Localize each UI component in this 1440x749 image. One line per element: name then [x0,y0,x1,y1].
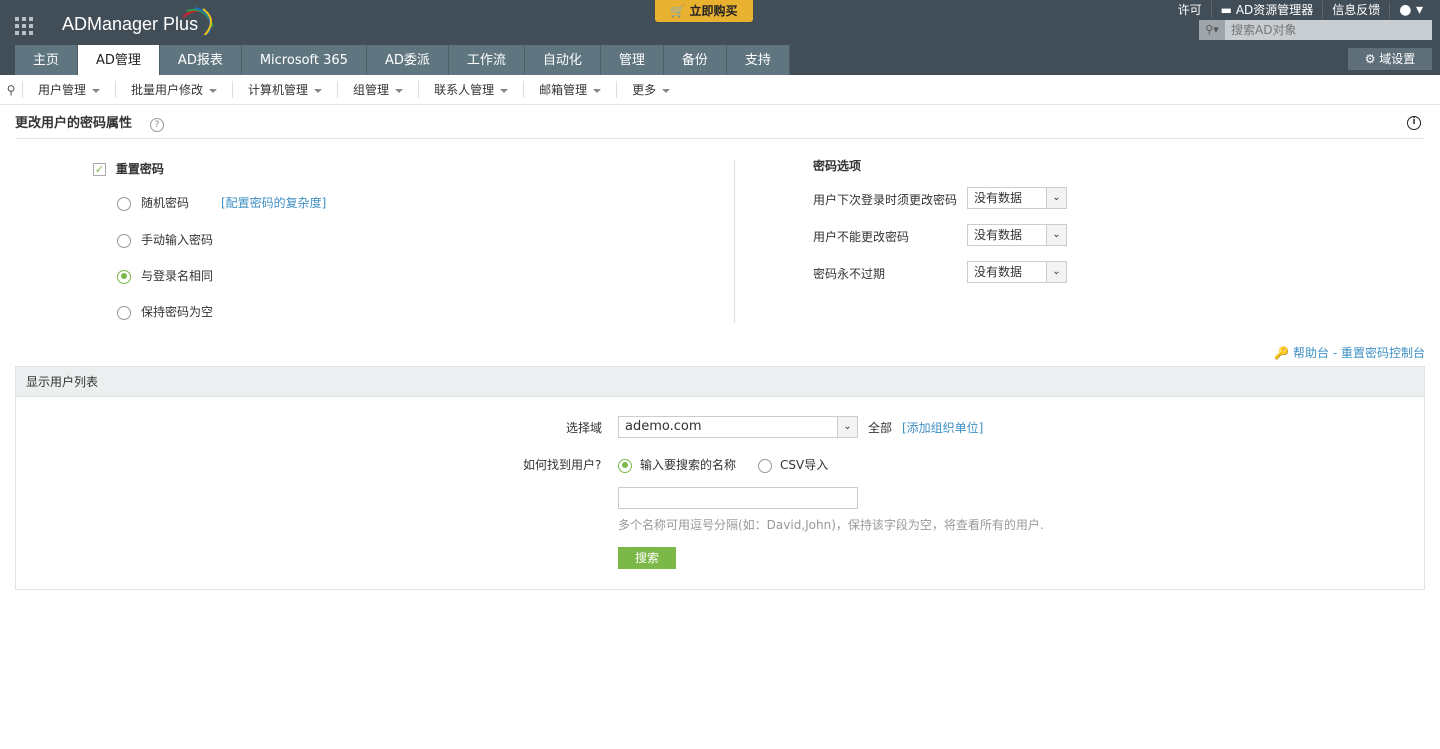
feedback-link[interactable]: 信息反馈 [1322,1,1389,18]
radio[interactable] [117,196,131,211]
user-list-panel: 显示用户列表 选择域 ademo.com ⌄ 全部 [添加组织单位] 如何找到用户… [15,366,1425,590]
folder-icon: ▬ [1220,3,1236,17]
radio[interactable] [618,458,632,473]
chevron-down-icon: ⌄ [1046,225,1066,245]
radio-same-as-login[interactable]: 与登录名相同 [117,267,213,284]
tab-automation[interactable]: 自动化 [524,45,601,75]
helpdesk-link[interactable]: 🔑 帮助台 - 重置密码控制台 [1274,344,1425,361]
chevron-down-icon: ⌄ [837,417,857,437]
cannot-change-select[interactable]: 没有数据 ⌄ [967,224,1067,246]
logo-arc-icon [182,7,214,35]
must-change-select[interactable]: 没有数据 ⌄ [967,187,1067,209]
domain-settings-button[interactable]: ⚙ 域设置 [1348,48,1432,70]
tab-admin[interactable]: 管理 [600,45,664,75]
radio-manual-password[interactable]: 手动输入密码 [117,231,213,248]
cannot-change-label: 用户不能更改密码 [813,230,910,244]
all-label: 全部 [868,421,893,435]
radio-empty-password[interactable]: 保持密码为空 [117,303,213,320]
find-user-label: 如何找到用户? [523,458,602,472]
domain-select[interactable]: ademo.com ⌄ [618,416,858,438]
add-ou-link[interactable]: [添加组织单位] [902,419,983,436]
subnav-user-management[interactable]: 用户管理 [22,81,115,98]
tab-microsoft-365[interactable]: Microsoft 365 [241,45,367,75]
user-avatar-icon[interactable]: ● ▾ [1389,1,1432,18]
password-options-title: 密码选项 [813,159,862,173]
radio[interactable] [758,458,772,473]
chevron-down-icon: ⌄ [1046,188,1066,208]
checkbox[interactable]: ✓ [93,163,106,176]
info-icon[interactable]: i [1407,116,1421,130]
radio[interactable] [117,233,131,248]
search-bar: ⚲▾ [1199,20,1432,40]
license-link[interactable]: 许可 [1169,1,1211,18]
reset-password-checkbox[interactable]: ✓ 重置密码 [93,160,164,177]
tab-ad-delegation[interactable]: AD委派 [366,45,449,75]
search-button[interactable]: 搜索 [618,547,676,569]
chevron-down-icon: ⌄ [1046,262,1066,282]
gear-icon: ⚙ [1364,52,1380,66]
never-expires-label: 密码永不过期 [813,267,886,281]
radio-random-password[interactable]: 随机密码 [117,194,189,211]
radio[interactable] [117,269,131,284]
sub-nav: ⚲ 用户管理 批量用户修改 计算机管理 组管理 联系人管理 邮箱管理 更多 [0,75,1440,105]
tab-ad-reports[interactable]: AD报表 [159,45,242,75]
hint-text: 多个名称可用逗号分隔(如：David,John)，保持该字段为空，将查看所有的用… [618,518,1044,532]
help-icon[interactable]: ? [150,118,165,132]
tab-backup[interactable]: 备份 [663,45,727,75]
tab-home[interactable]: 主页 [15,45,79,75]
radio-csv-import[interactable]: CSV导入 [758,456,828,473]
name-input[interactable] [618,487,858,509]
main-tabs: 主页 AD管理 AD报表 Microsoft 365 AD委派 工作流 自动化 … [15,45,790,75]
top-bar: ADManager Plus 🛒 立即购买 许可 ▬ AD资源管理器 信息反馈 … [0,0,1440,75]
divider [734,160,735,323]
panel-title: 显示用户列表 [16,367,1424,397]
subnav-bulk-user-modify[interactable]: 批量用户修改 [115,81,232,98]
ad-explorer-link[interactable]: ▬ AD资源管理器 [1210,1,1323,18]
page-title: 更改用户的密码属性? [15,112,165,132]
domain-label: 选择域 [566,421,603,435]
cart-icon: 🛒 [670,4,690,18]
radio[interactable] [117,305,131,320]
subnav-more[interactable]: 更多 [616,81,685,98]
search-icon[interactable]: ⚲ [0,83,22,97]
divider [15,138,1425,139]
subnav-contact-management[interactable]: 联系人管理 [418,81,523,98]
key-icon: 🔑 [1274,346,1293,360]
complexity-link[interactable]: [配置密码的复杂度] [221,194,326,211]
tab-workflow[interactable]: 工作流 [448,45,525,75]
radio-enter-name[interactable]: 输入要搜索的名称 [618,456,736,473]
search-icon[interactable]: ⚲▾ [1199,20,1225,40]
subnav-computer-management[interactable]: 计算机管理 [232,81,337,98]
must-change-label: 用户下次登录时须更改密码 [813,193,958,207]
tab-ad-management[interactable]: AD管理 [78,45,160,75]
never-expires-select[interactable]: 没有数据 ⌄ [967,261,1067,283]
tab-support[interactable]: 支持 [726,45,790,75]
subnav-mailbox-management[interactable]: 邮箱管理 [523,81,616,98]
buy-now-button[interactable]: 🛒 立即购买 [655,0,753,22]
app-grid-icon[interactable] [15,17,33,35]
subnav-group-management[interactable]: 组管理 [337,81,418,98]
search-input[interactable] [1225,20,1425,40]
